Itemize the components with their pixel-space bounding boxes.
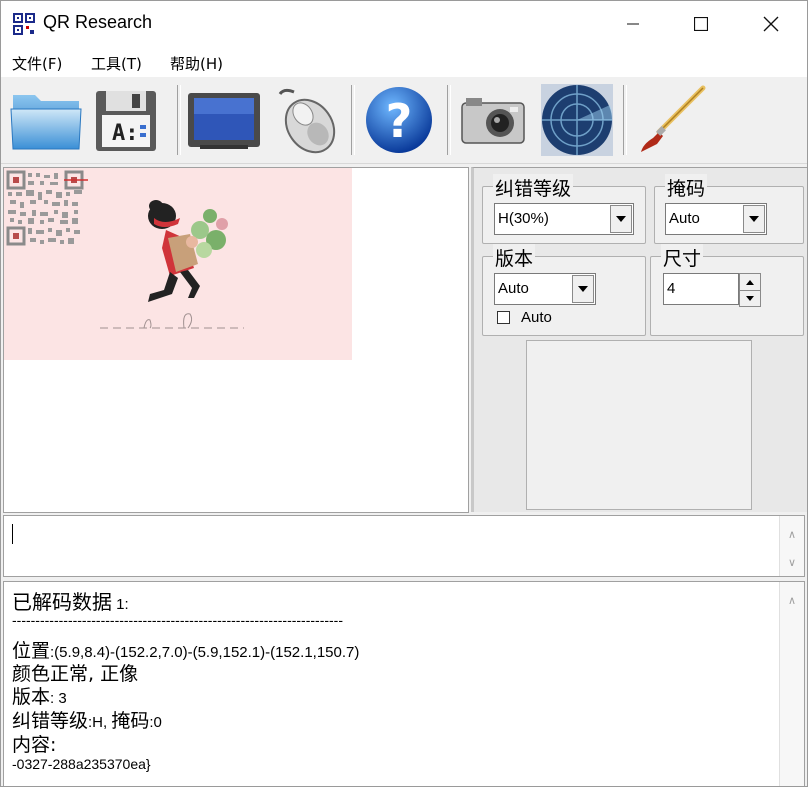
ec-mask-line: 纠错等级:H, 掩码:0 xyxy=(12,706,162,733)
monitor-icon xyxy=(188,93,260,149)
ec-level-group: 纠错等级 H(30%) xyxy=(482,174,646,244)
settings-panel: 纠错等级 H(30%) 掩码 Auto 版本 Auto Auto 尺寸 4 xyxy=(471,167,807,512)
chevron-down-icon xyxy=(578,286,588,292)
spin-up-button[interactable] xyxy=(740,274,760,291)
paintbrush-icon xyxy=(641,85,706,152)
version-out-label: 版本 xyxy=(12,686,51,708)
menu-file[interactable]: 文件(F) xyxy=(12,53,62,74)
title-bar: QR Research xyxy=(1,1,807,47)
close-icon xyxy=(763,16,779,32)
close-button[interactable] xyxy=(737,1,805,47)
qr-app-icon xyxy=(13,13,35,35)
save-button[interactable]: A: xyxy=(91,83,161,157)
decoded-header-label: 已解码数据 xyxy=(12,590,112,614)
menu-bar: 文件(F) 工具(T) 帮助(H) xyxy=(1,47,807,77)
ec-level-value: H(30%) xyxy=(498,210,549,227)
output-scrollbar[interactable]: ∧ xyxy=(779,582,804,786)
mask-out-label: 掩码 xyxy=(111,710,150,732)
content-value: -0327-288a235370ea} xyxy=(12,756,151,772)
image-canvas xyxy=(3,167,469,513)
ec-out-value: :H, xyxy=(88,714,112,731)
save-floppy-icon: A: xyxy=(96,91,156,151)
size-value: 4 xyxy=(667,280,676,297)
input-scrollbar[interactable]: ∧ ∨ xyxy=(779,516,804,576)
maximize-button[interactable] xyxy=(667,1,735,47)
mask-value: Auto xyxy=(669,210,700,227)
version-dropdown-button[interactable] xyxy=(572,275,594,303)
mask-group: 掩码 Auto xyxy=(654,174,804,244)
qr-output-preview xyxy=(526,340,752,510)
mouse-icon xyxy=(278,88,336,154)
toolbar-separator xyxy=(623,85,627,155)
window-title: QR Research xyxy=(43,12,153,32)
paint-button[interactable] xyxy=(631,83,711,157)
separator-line: ----------------------------------------… xyxy=(12,612,344,628)
size-input[interactable]: 4 xyxy=(663,273,739,305)
camera-button[interactable] xyxy=(455,83,531,157)
version-value: Auto xyxy=(498,280,529,297)
svg-text:?: ? xyxy=(386,94,413,148)
menu-tools[interactable]: 工具(T) xyxy=(91,53,142,74)
scroll-up-icon[interactable]: ∧ xyxy=(780,590,804,610)
radar-button[interactable] xyxy=(537,83,617,157)
version-group: 版本 Auto Auto xyxy=(482,244,646,336)
toolbar-separator xyxy=(447,85,451,155)
encode-text-input[interactable]: ∧ ∨ xyxy=(3,515,805,577)
version-select[interactable]: Auto xyxy=(494,273,596,305)
mask-label: 掩码 xyxy=(665,174,708,201)
ec-level-select[interactable]: H(30%) xyxy=(494,203,634,235)
mask-dropdown-button[interactable] xyxy=(743,205,765,233)
version-line: 版本: 3 xyxy=(12,682,67,709)
folder-icon xyxy=(10,95,82,150)
spin-down-button[interactable] xyxy=(740,290,760,306)
size-group: 尺寸 4 xyxy=(650,244,804,336)
help-icon: ? xyxy=(366,87,432,153)
mouse-button[interactable] xyxy=(267,83,345,157)
minimize-button[interactable] xyxy=(599,1,667,47)
decoded-header-count: 1: xyxy=(112,596,129,613)
ec-out-label: 纠错等级 xyxy=(12,710,89,732)
scroll-down-icon[interactable]: ∨ xyxy=(780,552,804,572)
radar-icon xyxy=(541,84,613,156)
person-carrying-plant-illustration xyxy=(100,200,244,329)
scroll-up-icon[interactable]: ∧ xyxy=(780,524,804,544)
camera-icon xyxy=(461,98,525,144)
chevron-up-icon xyxy=(746,279,754,285)
version-label: 版本 xyxy=(493,244,536,271)
decode-output-text[interactable]: 已解码数据 1: -------------------------------… xyxy=(3,581,805,786)
toolbar: A: ? xyxy=(1,77,807,164)
open-button[interactable] xyxy=(7,83,85,157)
version-auto-checkbox-label: Auto xyxy=(521,309,552,326)
version-out-value: : 3 xyxy=(50,690,67,707)
size-label: 尺寸 xyxy=(661,244,704,271)
mask-select[interactable]: Auto xyxy=(665,203,767,235)
qr-code-graphic xyxy=(6,170,89,249)
qr-preview-image xyxy=(4,168,352,360)
chevron-down-icon xyxy=(746,295,754,301)
chevron-down-icon xyxy=(616,216,626,222)
ec-level-label: 纠错等级 xyxy=(493,174,574,201)
app-window: QR Research 文件(F) 工具(T) 帮助(H) A: ? 纠错等级 … xyxy=(0,0,808,787)
mask-out-value: :0 xyxy=(149,714,162,731)
svg-text:A:: A: xyxy=(112,121,139,146)
text-caret xyxy=(12,524,13,544)
version-auto-checkbox[interactable] xyxy=(497,311,510,324)
minimize-icon xyxy=(627,23,639,25)
decoded-header: 已解码数据 1: xyxy=(12,586,129,615)
toolbar-separator xyxy=(177,85,181,155)
menu-help[interactable]: 帮助(H) xyxy=(170,53,223,74)
screen-button[interactable] xyxy=(185,83,263,157)
toolbar-separator xyxy=(351,85,355,155)
help-button[interactable]: ? xyxy=(359,83,439,157)
content-label: 内容: xyxy=(12,734,57,756)
size-spinner[interactable] xyxy=(739,273,761,307)
maximize-icon xyxy=(694,17,708,31)
ec-level-dropdown-button[interactable] xyxy=(610,205,632,233)
chevron-down-icon xyxy=(749,216,759,222)
